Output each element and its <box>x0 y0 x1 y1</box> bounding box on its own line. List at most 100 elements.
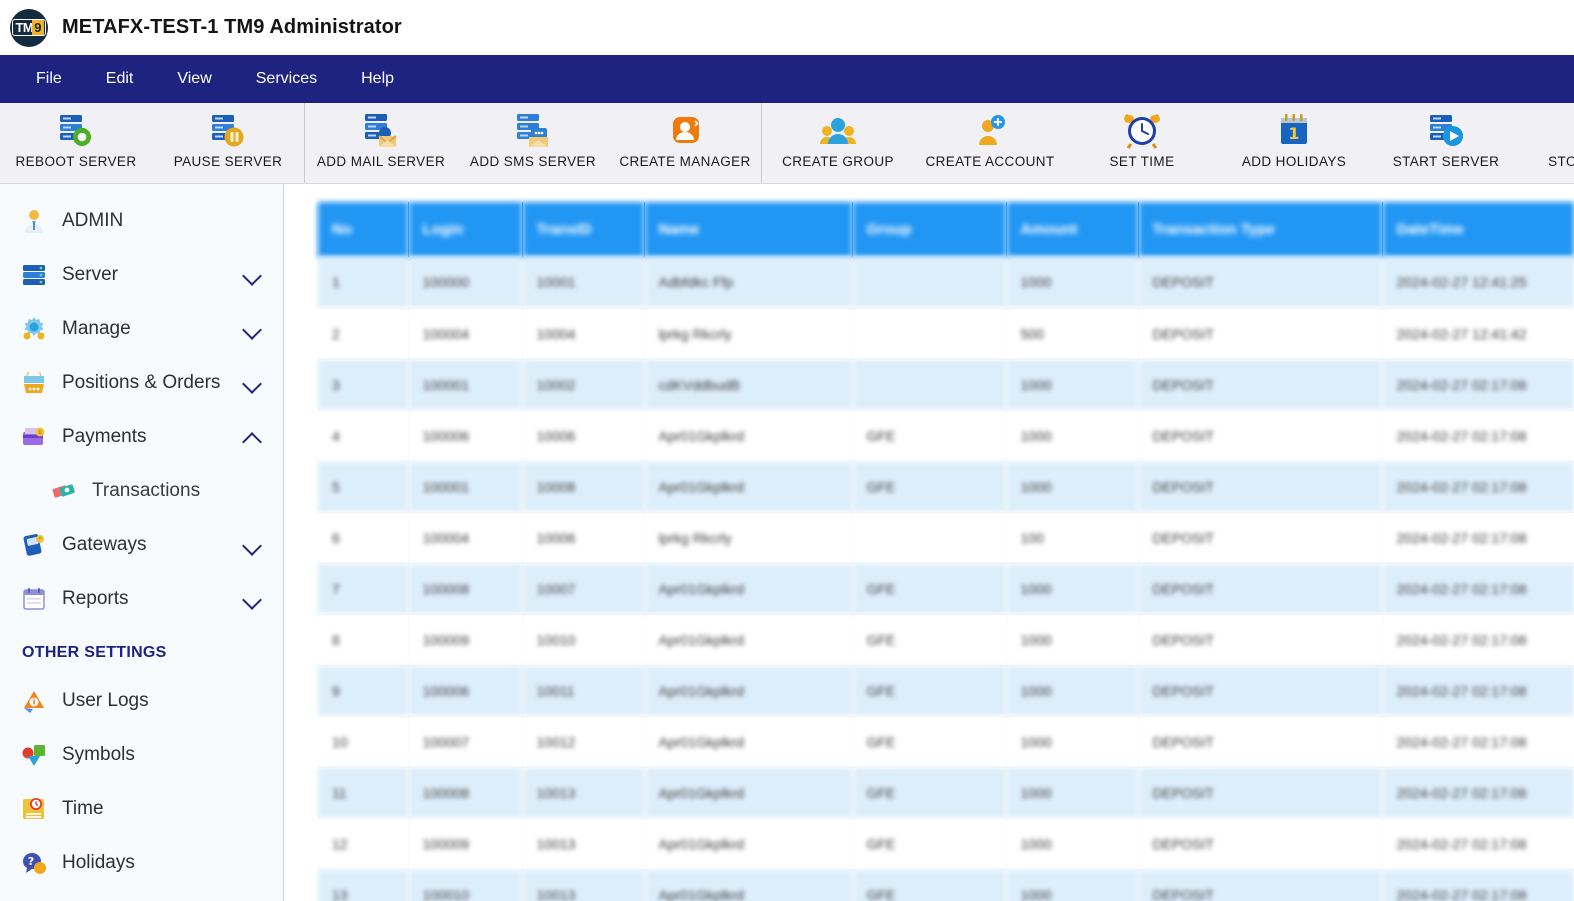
menu-file[interactable]: File <box>14 64 84 94</box>
column-header-transid[interactable]: TransID <box>522 202 645 257</box>
toolbar-add-mail-server[interactable]: ADD MAIL SERVER <box>305 103 457 183</box>
cell-type: DEPOSIT <box>1138 716 1383 768</box>
sidebar-item-reports-label: Reports <box>62 588 129 609</box>
cell-login: 100000 <box>408 257 523 309</box>
svg-text:?: ? <box>28 855 34 868</box>
table-row[interactable]: 1 100000 10001 Adbfdkc Ffp 1000 DEPOSIT 2024-0… <box>318 257 1574 309</box>
toolbar-create-group[interactable]: CREATE GROUP <box>762 103 914 183</box>
sidebar-item-time[interactable]: Time <box>0 782 283 836</box>
toolbar-create-manager[interactable]: CREATE MANAGER <box>609 103 761 183</box>
sidebar-item-reports[interactable]: Reports <box>0 572 283 626</box>
cell-type: DEPOSIT <box>1138 410 1383 462</box>
cell-amount: 1000 <box>1006 767 1139 819</box>
toolbar-start-server[interactable]: START SERVER <box>1370 103 1522 183</box>
payments-card-icon <box>20 423 48 451</box>
table-row[interactable]: 4 100006 10006 Apr01Gkplkrd GFE 1000 DEPOSIT 20… <box>318 410 1574 462</box>
sidebar-subitem-transactions[interactable]: Transactions <box>0 464 283 518</box>
toolbar-stop-server[interactable]: STOP SERVER <box>1522 103 1574 183</box>
table-row[interactable]: 9 100006 10011 Apr01Gkplkrd GFE 1000 DEPOSIT 20… <box>318 665 1574 717</box>
cell-datetime: 2024-02-27 02:17:08 <box>1382 818 1574 870</box>
toolbar-create-manager-label: CREATE MANAGER <box>619 154 751 169</box>
sidebar-item-manage[interactable]: Manage <box>0 302 283 356</box>
cell-datetime: 2024-02-27 02:17:08 <box>1382 461 1574 513</box>
column-header-transaction-type[interactable]: Transaction Type <box>1138 202 1383 257</box>
column-header-group[interactable]: Group <box>852 202 1007 257</box>
sidebar: ADMIN Server Manage Positions & Orders P… <box>0 184 284 901</box>
cell-group <box>852 359 1007 411</box>
cell-name: Apr01Gkplkrd <box>644 767 853 819</box>
cell-no: 10 <box>318 716 409 768</box>
column-header-amount[interactable]: Amount <box>1006 202 1139 257</box>
toolbar-create-account[interactable]: CREATE ACCOUNT <box>914 103 1066 183</box>
chevron-down-icon[interactable] <box>243 322 265 336</box>
chevron-up-icon[interactable] <box>243 430 265 444</box>
holidays-icon: ? <box>20 849 48 877</box>
sidebar-item-payments[interactable]: Payments <box>0 410 283 464</box>
sidebar-item-positions-orders[interactable]: Positions & Orders <box>0 356 283 410</box>
table-row[interactable]: 7 100008 10007 Apr01Gkplkrd GFE 1000 DEPOSIT 20… <box>318 563 1574 615</box>
table-row[interactable]: 8 100009 10010 Apr01Gkplkrd GFE 1000 DEPOSIT 20… <box>318 614 1574 666</box>
sidebar-item-gateways-label: Gateways <box>62 534 147 555</box>
column-header-name[interactable]: Name <box>644 202 853 257</box>
gateways-icon <box>20 531 48 559</box>
cell-datetime: 2024-02-27 02:17:08 <box>1382 512 1574 564</box>
cell-name: Apr01Gkplkrd <box>644 818 853 870</box>
toolbar-pause-server[interactable]: PAUSE SERVER <box>152 103 304 183</box>
cell-amount: 1000 <box>1006 563 1139 615</box>
toolbar-create-account-label: CREATE ACCOUNT <box>925 154 1055 169</box>
table-row[interactable]: 12 100009 10013 Apr01Gkplkrd GFE 1000 DEPOSIT 2… <box>318 818 1574 870</box>
table-row[interactable]: 2 100004 10004 lprkg Rkcrly 500 DEPOSIT 2024-0… <box>318 308 1574 360</box>
cell-transid: 10006 <box>522 410 645 462</box>
table-row[interactable]: 13 100010 10013 Apr01Gkplkrd GFE 1000 DEPOSIT 2… <box>318 869 1574 901</box>
sidebar-item-server[interactable]: Server <box>0 248 283 302</box>
cell-transid: 10011 <box>522 665 645 717</box>
cell-datetime: 2024-02-27 02:17:08 <box>1382 563 1574 615</box>
sms-server-icon <box>511 109 555 153</box>
column-header-datetime[interactable]: DateTime <box>1382 202 1574 257</box>
toolbar-add-sms-server[interactable]: ADD SMS SERVER <box>457 103 609 183</box>
toolbar-add-holidays[interactable]: 1 ADD HOLIDAYS <box>1218 103 1370 183</box>
chevron-down-icon[interactable] <box>243 376 265 390</box>
sidebar-subitem-transactions-label: Transactions <box>92 480 201 501</box>
cell-name: Adbfdkc Ffp <box>644 257 853 309</box>
menu-services[interactable]: Services <box>234 64 339 94</box>
column-header-no[interactable]: No <box>318 202 409 257</box>
sidebar-item-gateways[interactable]: Gateways <box>0 518 283 572</box>
cell-login: 100006 <box>408 410 523 462</box>
cell-datetime: 2024-02-27 02:17:08 <box>1382 359 1574 411</box>
cell-transid: 10007 <box>522 563 645 615</box>
cell-no: 9 <box>318 665 409 717</box>
chevron-down-icon[interactable] <box>243 592 265 606</box>
sidebar-item-user-logs[interactable]: User Logs <box>0 674 283 728</box>
chevron-down-icon[interactable] <box>243 538 265 552</box>
cell-type: DEPOSIT <box>1138 461 1383 513</box>
chevron-down-icon[interactable] <box>243 268 265 282</box>
cell-transid: 10012 <box>522 716 645 768</box>
symbols-shapes-icon <box>20 741 48 769</box>
sidebar-item-routing[interactable]: Routing <box>0 890 283 901</box>
sidebar-item-admin[interactable]: ADMIN <box>0 194 283 248</box>
sidebar-item-holidays[interactable]: ? Holidays <box>0 836 283 890</box>
cell-group <box>852 257 1007 309</box>
table-row[interactable]: 3 100001 10002 cdKVddbudB 1000 DEPOSIT 2024-02… <box>318 359 1574 411</box>
cell-name: Apr01Gkplkrd <box>644 563 853 615</box>
tm9-logo: TM 9 <box>10 8 48 47</box>
toolbar-set-time[interactable]: SET TIME <box>1066 103 1218 183</box>
table-row[interactable]: 10 100007 10012 Apr01Gkplkrd GFE 1000 DEPOSIT 2… <box>318 716 1574 768</box>
sidebar-item-admin-label: ADMIN <box>62 210 124 231</box>
table-row[interactable]: 11 100008 10013 Apr01Gkplkrd GFE 1000 DEPOSIT 2… <box>318 767 1574 819</box>
server-reboot-icon <box>54 109 98 153</box>
menu-edit[interactable]: Edit <box>84 64 156 94</box>
sidebar-item-symbols[interactable]: Symbols <box>0 728 283 782</box>
menu-help[interactable]: Help <box>339 64 416 94</box>
column-header-login[interactable]: Login <box>408 202 523 257</box>
cell-amount: 500 <box>1006 308 1139 360</box>
manager-user-icon <box>663 109 707 153</box>
cell-type: DEPOSIT <box>1138 563 1383 615</box>
toolbar-stop-server-label: STOP SERVER <box>1548 154 1574 169</box>
menu-view[interactable]: View <box>155 64 233 94</box>
cell-amount: 1000 <box>1006 665 1139 717</box>
table-row[interactable]: 5 100001 10008 Apr01Gkplkrd GFE 1000 DEPOSIT 20… <box>318 461 1574 513</box>
table-row[interactable]: 6 100004 10006 lprkg Rkcrly 100 DEPOSIT 2024-0… <box>318 512 1574 564</box>
toolbar-reboot-server[interactable]: REBOOT SERVER <box>0 103 152 183</box>
